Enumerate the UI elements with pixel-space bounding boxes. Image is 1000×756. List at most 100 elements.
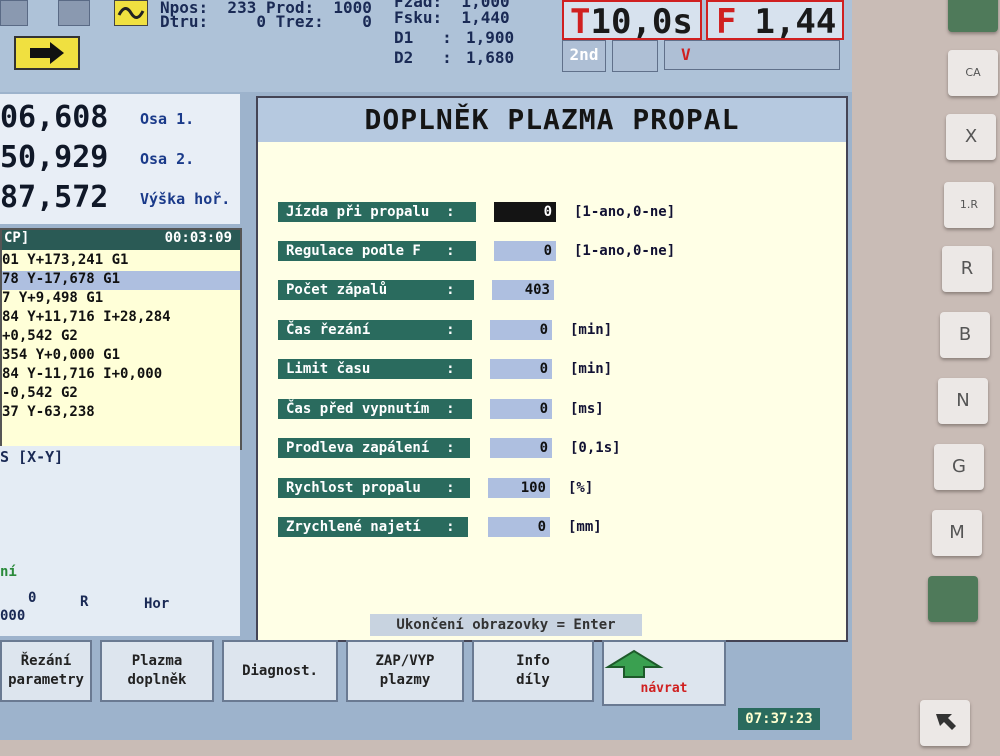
feed-value: 1,44 xyxy=(754,2,837,42)
program-line: 37 Y-63,238 xyxy=(2,404,95,420)
wave-icon xyxy=(114,0,148,26)
softkey-diagnostics[interactable]: Diagnost. xyxy=(222,640,338,702)
d1-label: D1 : xyxy=(394,28,452,47)
x-key[interactable]: X xyxy=(946,114,996,160)
status-tile xyxy=(58,0,90,26)
plane-panel: S [X-Y] ní 0 R Hor 000 xyxy=(0,446,240,636)
param-unit: [min] xyxy=(570,322,613,338)
softkey-plasma-on-off[interactable]: ZAP/VYP plazmy xyxy=(346,640,464,702)
1r-key[interactable]: 1.R xyxy=(944,182,994,228)
param-input-ignition-count[interactable]: 403 xyxy=(492,280,554,300)
axis2-label: Osa 2. xyxy=(140,150,195,168)
second-function-indicator: 2nd xyxy=(562,40,606,72)
param-input-f-regulation[interactable]: 0 xyxy=(494,241,556,261)
softkey-label: Plazma xyxy=(131,653,183,669)
param-unit: [ms] xyxy=(570,401,604,417)
program-line: +0,542 G2 xyxy=(2,328,78,344)
param-label-rapid-approach: Zrychlené najetí : xyxy=(278,517,468,537)
ca-key[interactable]: CA xyxy=(948,50,998,96)
status-tile xyxy=(0,0,28,26)
feed-display: F 1,44 xyxy=(706,0,844,42)
arrow-key[interactable] xyxy=(920,700,970,746)
softkey-label: Řezání xyxy=(20,653,72,669)
mode-label: ní xyxy=(0,564,17,580)
softkey-label: doplněk xyxy=(127,672,187,688)
param-input-pre-shutdown-time[interactable]: 0 xyxy=(490,399,552,419)
param-label-pierce-speed: Rychlost propalu : xyxy=(278,478,470,498)
param-unit: [mm] xyxy=(568,519,602,535)
clock-display: 07:37:23 xyxy=(738,708,820,730)
n-key[interactable]: N xyxy=(938,378,988,424)
g-key[interactable]: G xyxy=(934,444,984,490)
softkey-label: návrat xyxy=(640,680,688,696)
arrow-up-left-icon xyxy=(936,714,956,730)
param-unit: [1-ano,0-ne] xyxy=(574,243,676,259)
d1-value: 1,900 xyxy=(466,28,515,47)
fsku-line: Fsku: 1,440 xyxy=(394,8,510,27)
height-label: Výška hoř. xyxy=(140,190,231,208)
status-field xyxy=(612,40,658,72)
param-label-pre-shutdown-time: Čas před vypnutím : xyxy=(278,399,472,419)
cnc-screen: Npos: 233 Prod: 1000 Dtru: 0 Trez: 0 Fza… xyxy=(0,0,852,740)
param-unit: [min] xyxy=(570,361,613,377)
program-line: -0,542 G2 xyxy=(2,385,78,401)
v-indicator: V xyxy=(664,40,840,70)
param-label-ignition-delay: Prodleva zapálení : xyxy=(278,438,470,458)
param-input-ignition-delay[interactable]: 0 xyxy=(490,438,552,458)
param-input-time-limit[interactable]: 0 xyxy=(490,359,552,379)
softkey-info-parts[interactable]: Info díly xyxy=(472,640,594,702)
param-input-rapid-approach[interactable]: 0 xyxy=(488,517,550,537)
b-key[interactable]: B xyxy=(940,312,990,358)
param-unit: [%] xyxy=(568,480,594,496)
program-line: 7 Y+9,498 G1 xyxy=(2,290,104,306)
axis1-label: Osa 1. xyxy=(140,110,195,128)
axis2-value: 50,929 xyxy=(0,140,109,175)
program-listing[interactable]: CP] 00:03:09 01 Y+173,241 G1 78 Y-17,678… xyxy=(0,228,242,450)
feed-prefix: F xyxy=(716,2,737,42)
program-line-current: 78 Y-17,678 G1 xyxy=(2,271,240,290)
plane-label: S [X-Y] xyxy=(0,448,64,466)
zero-value: 0 xyxy=(28,590,37,606)
green-key[interactable] xyxy=(928,576,978,622)
softkey-return[interactable]: návrat xyxy=(602,640,726,706)
param-input-pierce-travel[interactable]: 0 xyxy=(494,202,556,222)
program-line: 84 Y-11,716 I+0,000 xyxy=(2,366,163,382)
param-label-time-limit: Limit času : xyxy=(278,359,472,379)
dialog-title: DOPLNĚK PLAZMA PROPAL xyxy=(258,98,846,142)
param-label-f-regulation: Regulace podle F : xyxy=(278,241,476,261)
program-line: 84 Y+11,716 I+28,284 xyxy=(2,309,171,325)
softkey-plasma-addon[interactable]: Plazma doplněk xyxy=(100,640,214,702)
softkey-label: plazmy xyxy=(379,672,431,688)
softkey-label: Info xyxy=(516,653,550,669)
time-prefix: T xyxy=(570,2,591,42)
exit-hint: Ukončení obrazovky = Enter xyxy=(370,614,642,636)
softkey-label: ZAP/VYP xyxy=(375,653,435,669)
d2-label: D2 : xyxy=(394,48,452,67)
status-bar: Npos: 233 Prod: 1000 Dtru: 0 Trez: 0 Fza… xyxy=(0,0,852,92)
param-input-pierce-speed[interactable]: 100 xyxy=(488,478,550,498)
height-value: 87,572 xyxy=(0,180,109,215)
program-line: 354 Y+0,000 G1 xyxy=(2,347,121,363)
axis1-value: 06,608 xyxy=(0,100,109,135)
param-label-ignition-count: Počet zápalů : xyxy=(278,280,474,300)
param-input-cutting-time[interactable]: 0 xyxy=(490,320,552,340)
program-header: CP] 00:03:09 xyxy=(2,230,240,250)
up-arrow-icon xyxy=(604,649,664,678)
time-display: T10,0s xyxy=(562,0,702,42)
softkey-label: parametry xyxy=(8,672,84,688)
param-label-cutting-time: Čas řezání : xyxy=(278,320,472,340)
m-key[interactable]: M xyxy=(932,510,982,556)
plasma-addon-dialog: DOPLNĚK PLAZMA PROPAL Jízda při propalu … xyxy=(256,96,848,642)
cycle-arrow-icon xyxy=(14,36,80,70)
program-line: 01 Y+173,241 G1 xyxy=(2,252,129,268)
r-label: R xyxy=(80,594,89,610)
param-unit: [1-ano,0-ne] xyxy=(574,204,676,220)
softkey-cutting-parameters[interactable]: Řezání parametry xyxy=(0,640,92,702)
green-key[interactable] xyxy=(948,0,998,32)
softkey-label: díly xyxy=(516,672,550,688)
param-label-pierce-travel: Jízda při propalu : xyxy=(278,202,476,222)
softkey-label: Diagnost. xyxy=(242,662,318,679)
hor-label: Hor xyxy=(144,596,170,612)
program-time: 00:03:09 xyxy=(164,230,232,246)
r-key[interactable]: R xyxy=(942,246,992,292)
